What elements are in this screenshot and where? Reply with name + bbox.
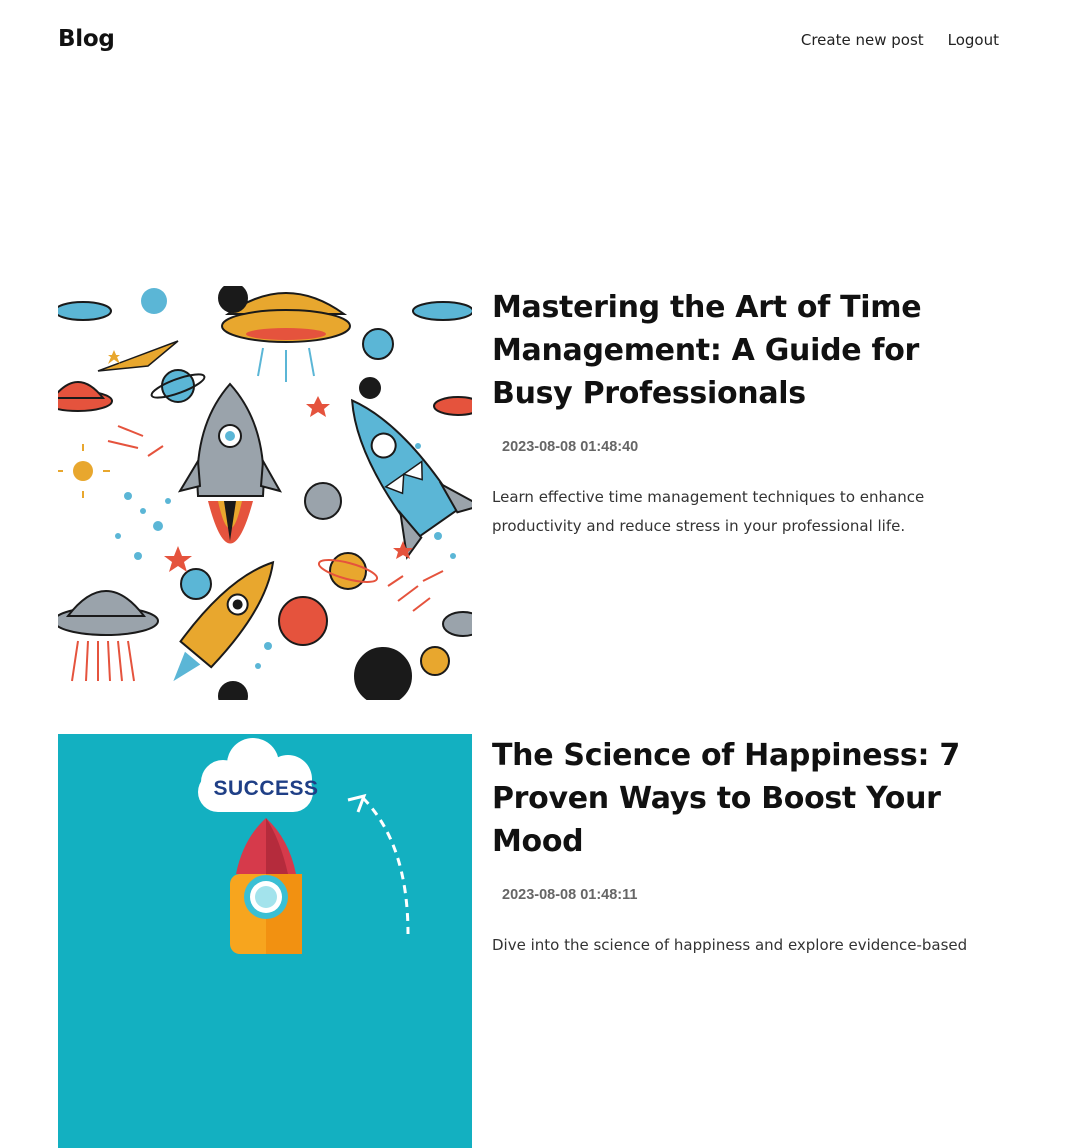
space-doodle-image: [58, 286, 472, 700]
post-title: The Science of Happiness: 7 Proven Ways …: [492, 734, 1002, 863]
post-excerpt: Dive into the science of happiness and e…: [492, 936, 968, 954]
post-card: SUCCESS The Science of Happiness: 7 Prov…: [58, 734, 998, 1148]
post-title-link[interactable]: The Science of Happiness: 7 Proven Ways …: [492, 738, 960, 859]
post-thumbnail[interactable]: [58, 286, 472, 700]
logout-link[interactable]: Logout: [948, 31, 999, 49]
post-date: 2023-08-08 01:48:40: [502, 439, 639, 455]
success-rocket-image: SUCCESS: [58, 734, 472, 1148]
post-info: Mastering the Art of Time Management: A …: [492, 286, 1002, 541]
cloud-text: SUCCESS: [213, 777, 318, 800]
top-nav: Create new post Logout: [801, 31, 999, 49]
site-header: Blog Create new post Logout: [0, 0, 1079, 80]
post-info: The Science of Happiness: 7 Proven Ways …: [492, 734, 1002, 960]
post-date: 2023-08-08 01:48:11: [502, 887, 638, 903]
site-logo[interactable]: Blog: [58, 26, 115, 52]
post-title: Mastering the Art of Time Management: A …: [492, 286, 1002, 415]
create-post-link[interactable]: Create new post: [801, 31, 924, 49]
post-card: Mastering the Art of Time Management: A …: [58, 286, 998, 700]
post-title-link[interactable]: Mastering the Art of Time Management: A …: [492, 290, 922, 411]
post-thumbnail[interactable]: SUCCESS: [58, 734, 472, 1148]
post-excerpt: Learn effective time management techniqu…: [492, 488, 925, 535]
